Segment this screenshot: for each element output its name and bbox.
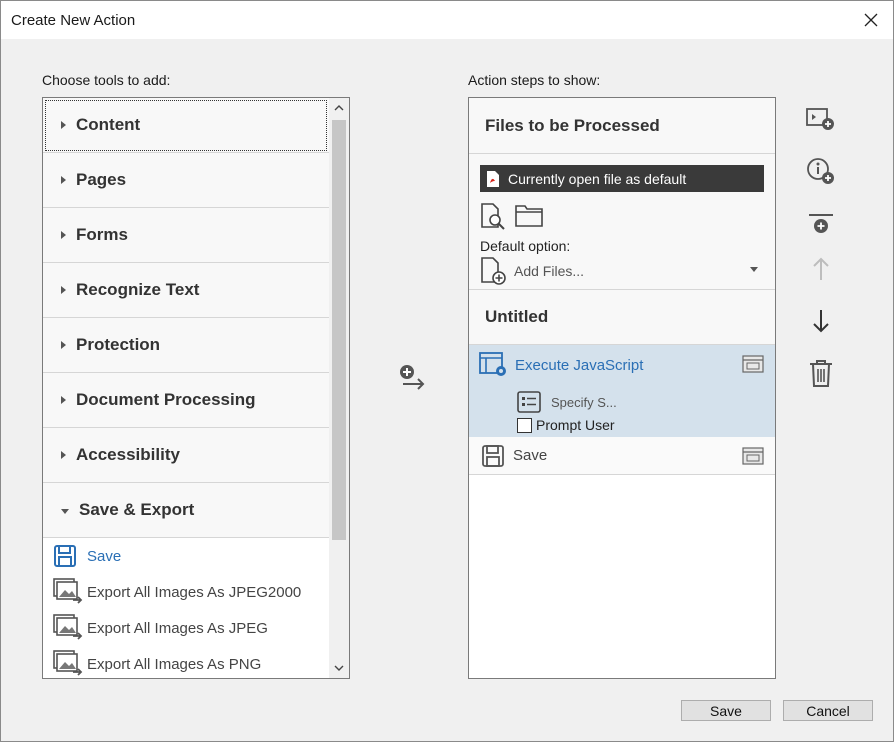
add-files-dropdown[interactable]: Add Files... [480, 256, 764, 286]
files-to-process-block: Currently open file as default Default o… [469, 154, 775, 290]
window-title: Create New Action [11, 12, 136, 29]
expand-arrow-icon [61, 231, 66, 239]
tool-list: Content Pages Forms Recognize Text Prote… [43, 98, 329, 678]
create-action-dialog: Create New Action Choose tools to add: A… [0, 0, 894, 742]
default-option-label: Default option: [480, 238, 571, 254]
pdf-file-icon [487, 170, 499, 187]
action-steps-panel: Files to be Processed Currently open fil… [468, 97, 776, 679]
tool-label: Export All Images As JPEG2000 [87, 583, 302, 601]
add-file-icon [481, 257, 506, 285]
save-icon [54, 545, 76, 567]
expand-arrow-icon [61, 396, 66, 404]
chevron-up-icon [334, 105, 344, 111]
step-specify-settings[interactable]: Specify S... [517, 391, 617, 413]
tool-label: Export All Images As PNG [87, 655, 262, 673]
add-arrow-icon [400, 365, 425, 390]
category-label: Pages [76, 170, 127, 189]
category-content[interactable]: Content [43, 98, 329, 153]
cancel-button[interactable]: Cancel [783, 700, 873, 721]
category-accessibility[interactable]: Accessibility [43, 428, 329, 483]
category-label: Forms [76, 225, 128, 244]
prompt-user-checkbox[interactable] [517, 417, 532, 433]
tool-export-jpeg[interactable]: Export All Images As JPEG [43, 610, 329, 646]
add-info-button[interactable] [801, 153, 841, 189]
category-label: Accessibility [76, 445, 180, 464]
expand-arrow-icon [61, 121, 66, 129]
category-label: Save & Export [79, 500, 195, 519]
tool-label: Export All Images As JPEG [87, 619, 268, 637]
category-forms[interactable]: Forms [43, 208, 329, 263]
add-separator-button[interactable] [801, 206, 841, 242]
action-steps-label: Action steps to show: [468, 72, 601, 88]
save-button[interactable]: Save [681, 700, 771, 721]
browse-file-button[interactable] [479, 202, 507, 235]
category-pages[interactable]: Pages [43, 153, 329, 208]
file-search-icon [481, 203, 505, 230]
step-label: Execute JavaScript [515, 356, 644, 374]
file-source-dropdown[interactable]: Currently open file as default [480, 165, 764, 192]
tool-export-jpeg2000[interactable]: Export All Images As JPEG2000 [43, 574, 329, 610]
scroll-thumb[interactable] [332, 120, 346, 540]
save-icon [482, 444, 504, 467]
delete-icon [810, 360, 832, 387]
category-label: Protection [76, 335, 161, 354]
add-files-value: Add Files... [514, 263, 585, 279]
javascript-gear-icon [479, 352, 506, 376]
files-header: Files to be Processed [469, 98, 775, 154]
step-save[interactable]: Save [469, 437, 775, 475]
move-up-button[interactable] [801, 251, 841, 287]
move-down-button[interactable] [801, 303, 841, 339]
tool-list-panel: Content Pages Forms Recognize Text Prote… [42, 97, 350, 679]
export-images-icon [53, 614, 83, 640]
category-protection[interactable]: Protection [43, 318, 329, 373]
step-execute-javascript[interactable]: Execute JavaScript Specify S... Prompt U… [469, 345, 775, 437]
close-icon [864, 13, 878, 27]
category-label: Document Processing [76, 390, 256, 409]
tool-export-png[interactable]: Export All Images As PNG [43, 646, 329, 678]
move-down-icon [813, 310, 829, 333]
category-save-export[interactable]: Save & Export [43, 483, 329, 538]
category-recognize-text[interactable]: Recognize Text [43, 263, 329, 318]
scroll-down-button[interactable] [329, 658, 349, 678]
settings-list-icon [517, 391, 541, 413]
add-to-steps-button[interactable] [395, 361, 429, 395]
prompt-user-option[interactable]: Prompt User [517, 417, 615, 433]
prompt-user-label: Prompt User [536, 417, 615, 433]
export-images-icon [53, 578, 83, 604]
expand-arrow-icon [61, 451, 66, 459]
tool-list-scrollbar[interactable] [329, 98, 349, 678]
chevron-down-icon [334, 665, 344, 671]
step-label: Save [513, 447, 548, 464]
step-options-button[interactable] [742, 355, 764, 373]
expand-arrow-icon [61, 341, 66, 349]
browse-folder-button[interactable] [515, 202, 543, 235]
tool-label: Save [87, 547, 122, 565]
step-options-button[interactable] [742, 447, 764, 465]
move-up-icon [813, 257, 829, 280]
export-images-icon [53, 650, 83, 676]
expand-arrow-icon [61, 286, 66, 294]
add-instruction-step-icon [806, 108, 834, 130]
options-dialog-icon [742, 355, 764, 373]
close-button[interactable] [857, 7, 885, 33]
tool-save[interactable]: Save [43, 538, 329, 574]
title-bar: Create New Action [1, 1, 893, 39]
add-panel-separator-icon [809, 214, 833, 233]
delete-step-button[interactable] [801, 355, 841, 391]
folder-icon [515, 205, 543, 227]
category-document-processing[interactable]: Document Processing [43, 373, 329, 428]
add-instruction-step-button[interactable] [801, 101, 841, 137]
choose-tools-label: Choose tools to add: [42, 72, 171, 88]
options-dialog-icon [742, 447, 764, 465]
expand-arrow-icon [61, 176, 66, 184]
file-source-value: Currently open file as default [508, 170, 687, 187]
specify-label: Specify S... [551, 394, 617, 410]
add-info-icon [807, 158, 834, 184]
category-label: Recognize Text [76, 280, 200, 299]
step-group-title[interactable]: Untitled [469, 290, 775, 345]
category-label: Content [76, 115, 141, 134]
dropdown-caret-icon [750, 267, 758, 272]
scroll-up-button[interactable] [329, 98, 349, 118]
collapse-arrow-icon [61, 508, 69, 514]
